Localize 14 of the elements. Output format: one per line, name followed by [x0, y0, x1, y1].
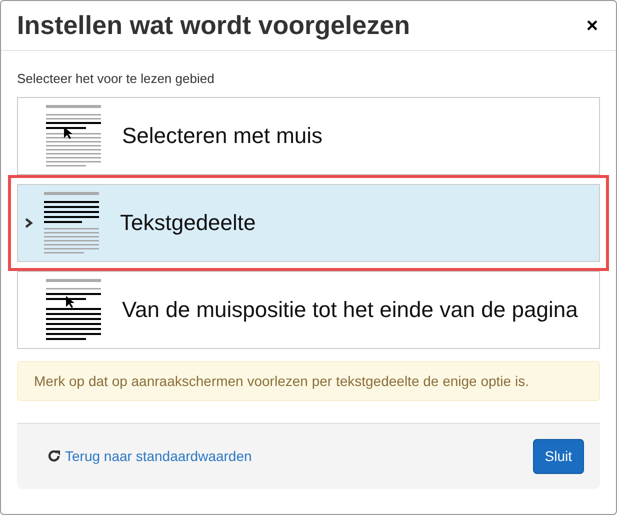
- area-label: Selecteer het voor te lezen gebied: [17, 70, 216, 88]
- notice-alert: Merk op dat op aanraakschermen voorlezen per tekstgedeelte de enige optie is.: [17, 360, 600, 401]
- refresh-icon[interactable]: [47, 449, 61, 464]
- reset-link[interactable]: Terug naar standaardwaarden: [65, 446, 252, 467]
- area-option[interactable]: Tekstgedeelte: [17, 184, 600, 262]
- document-text-icon: [44, 190, 102, 254]
- document-cursor-icon: [46, 104, 104, 168]
- area-option[interactable]: Selecteren met muis: [17, 96, 600, 174]
- close-button[interactable]: ×: [584, 16, 600, 36]
- document-cursor-icon: [46, 278, 104, 342]
- chevron-icon: [24, 218, 34, 228]
- close-dialog-button[interactable]: Sluit: [532, 438, 584, 474]
- dialog-title: Instellen wat wordt voorgelezen: [17, 10, 410, 42]
- area-option[interactable]: Van de muispositie tot het einde van de pagina: [17, 270, 600, 348]
